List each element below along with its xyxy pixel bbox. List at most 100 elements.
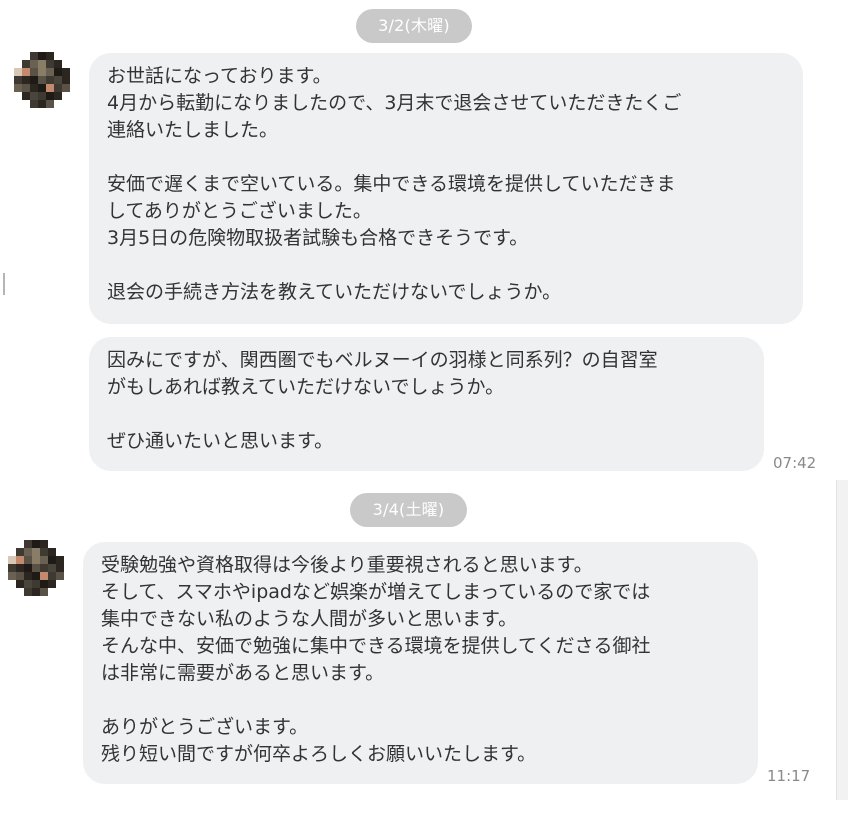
message-line: 3月5日の危険物取扱者試験も合格できそうです。	[107, 227, 529, 249]
avatar-mosaic-cell	[22, 68, 30, 76]
avatar-mosaic-cell	[62, 52, 70, 60]
avatar-mosaic-cell	[24, 564, 32, 572]
avatar-mosaic-cell	[24, 548, 32, 556]
avatar-mosaic-cell	[14, 68, 22, 76]
avatar-mosaic-cell	[24, 572, 32, 580]
avatar-mosaic-cell	[62, 76, 70, 84]
avatar-mosaic-cell	[38, 84, 46, 92]
avatar-mosaic-cell	[8, 580, 16, 588]
avatar-mosaic-cell	[32, 556, 40, 564]
avatar-mosaic-cell	[48, 580, 56, 588]
avatar-mosaic-cell	[56, 556, 64, 564]
avatar-mosaic-cell	[22, 52, 30, 60]
date-separator: 3/4(土曜)	[350, 493, 467, 527]
message-line	[107, 401, 746, 428]
avatar-mosaic-cell	[46, 60, 54, 68]
avatar-mosaic-cell	[32, 540, 40, 548]
message-bubble[interactable]: お世話になっております。 4月から転勤になりましたので、3月末で退会させていただ…	[89, 53, 803, 324]
avatar-mosaic-cell	[54, 84, 62, 92]
message-line: ぜひ通いたいと思います。	[107, 430, 334, 452]
avatar-mosaic-cell	[16, 564, 24, 572]
avatar-mosaic-cell	[38, 60, 46, 68]
message-timestamp: 07:42	[773, 454, 817, 472]
avatar-mosaic-cell	[32, 588, 40, 596]
message-line: 集中できない私のような人間が多いと思います。	[101, 608, 518, 630]
avatar-mosaic-cell	[62, 60, 70, 68]
message-line	[107, 144, 785, 171]
avatar-mosaic-cell	[14, 76, 22, 84]
avatar-mosaic-cell	[14, 52, 22, 60]
avatar-mosaic-cell	[16, 556, 24, 564]
avatar-mosaic-cell	[14, 92, 22, 100]
sender-avatar[interactable]	[14, 52, 70, 108]
message-bubble[interactable]: 受験勉強や資格取得は今後より重要視されると思います。 そして、スマホやipadな…	[83, 542, 758, 784]
message-line: そんな中、安価で勉強に集中できる環境を提供してくださる御社	[101, 635, 651, 657]
avatar-mosaic-cell	[56, 588, 64, 596]
avatar-mosaic-cell	[46, 52, 54, 60]
avatar-mosaic-cell	[38, 76, 46, 84]
avatar-mosaic-cell	[16, 540, 24, 548]
avatar-mosaic-cell	[40, 548, 48, 556]
avatar-mosaic-cell	[62, 68, 70, 76]
avatar-mosaic-cell	[32, 572, 40, 580]
chat-thread[interactable]: 3/2(木曜) お世話になっております。 4月から転勤になりましたので、3月末で…	[0, 0, 848, 824]
scrollbar-track[interactable]	[836, 480, 848, 800]
avatar-mosaic-cell	[16, 572, 24, 580]
avatar-mosaic-cell	[54, 68, 62, 76]
avatar-mosaic-cell	[14, 100, 22, 108]
date-separator: 3/2(木曜)	[356, 9, 472, 43]
message-line: してありがとうございました。	[107, 200, 372, 222]
avatar-mosaic-cell	[48, 564, 56, 572]
sender-avatar[interactable]	[8, 540, 64, 596]
avatar-mosaic-cell	[54, 100, 62, 108]
avatar-mosaic-cell	[46, 76, 54, 84]
avatar-mosaic-cell	[38, 68, 46, 76]
message-timestamp: 11:17	[767, 767, 811, 785]
avatar-mosaic-cell	[48, 540, 56, 548]
avatar-mosaic-cell	[30, 92, 38, 100]
avatar-mosaic-cell	[30, 76, 38, 84]
avatar-mosaic-cell	[46, 100, 54, 108]
avatar-mosaic-cell	[24, 540, 32, 548]
avatar-mosaic-cell	[8, 588, 16, 596]
avatar-mosaic-cell	[30, 84, 38, 92]
avatar-mosaic-cell	[14, 60, 22, 68]
avatar-mosaic-cell	[8, 564, 16, 572]
left-edge-marker	[3, 273, 5, 295]
message-line: 残り短い間ですが何卒よろしくお願いいたします。	[101, 743, 537, 765]
avatar-mosaic-cell	[62, 100, 70, 108]
avatar-mosaic-cell	[38, 100, 46, 108]
avatar-mosaic-cell	[22, 76, 30, 84]
avatar-mosaic-cell	[38, 92, 46, 100]
avatar-mosaic-cell	[54, 92, 62, 100]
message-line: 4月から転勤になりましたので、3月末で退会させていただきたくご	[107, 92, 682, 114]
avatar-mosaic-cell	[22, 100, 30, 108]
message-line: 退会の手続き方法を教えていただけないでしょうか。	[107, 281, 562, 303]
avatar-mosaic-cell	[48, 548, 56, 556]
avatar-mosaic-cell	[48, 572, 56, 580]
message-line: 安価で遅くまで空いている。集中できる環境を提供していただきま	[107, 173, 676, 195]
avatar-mosaic-cell	[56, 548, 64, 556]
message-line: は非常に需要があると思います。	[101, 662, 385, 684]
message-line	[101, 687, 740, 714]
avatar-mosaic-cell	[40, 540, 48, 548]
avatar-mosaic-cell	[30, 68, 38, 76]
avatar-mosaic-cell	[54, 52, 62, 60]
avatar-mosaic-cell	[48, 588, 56, 596]
avatar-mosaic-cell	[56, 580, 64, 588]
avatar-mosaic-cell	[30, 60, 38, 68]
avatar-mosaic-cell	[32, 548, 40, 556]
message-line: お世話になっております。	[107, 65, 332, 87]
avatar-mosaic-cell	[24, 588, 32, 596]
avatar-mosaic-cell	[40, 572, 48, 580]
avatar-mosaic-cell	[40, 556, 48, 564]
avatar-mosaic-cell	[24, 580, 32, 588]
message-line: そして、スマホやipadなど娯楽が増えてしまっているので家では	[101, 581, 651, 603]
message-bubble[interactable]: 因みにですが、関西圏でもベルヌーイの羽様と同系列？の自習室 がもしあれば教えてい…	[89, 337, 764, 471]
message-line: 連絡いたしました。	[107, 119, 279, 141]
avatar-mosaic-cell	[54, 60, 62, 68]
avatar-mosaic-cell	[8, 572, 16, 580]
avatar-mosaic-cell	[30, 52, 38, 60]
avatar-mosaic-cell	[16, 588, 24, 596]
avatar-mosaic-cell	[22, 92, 30, 100]
